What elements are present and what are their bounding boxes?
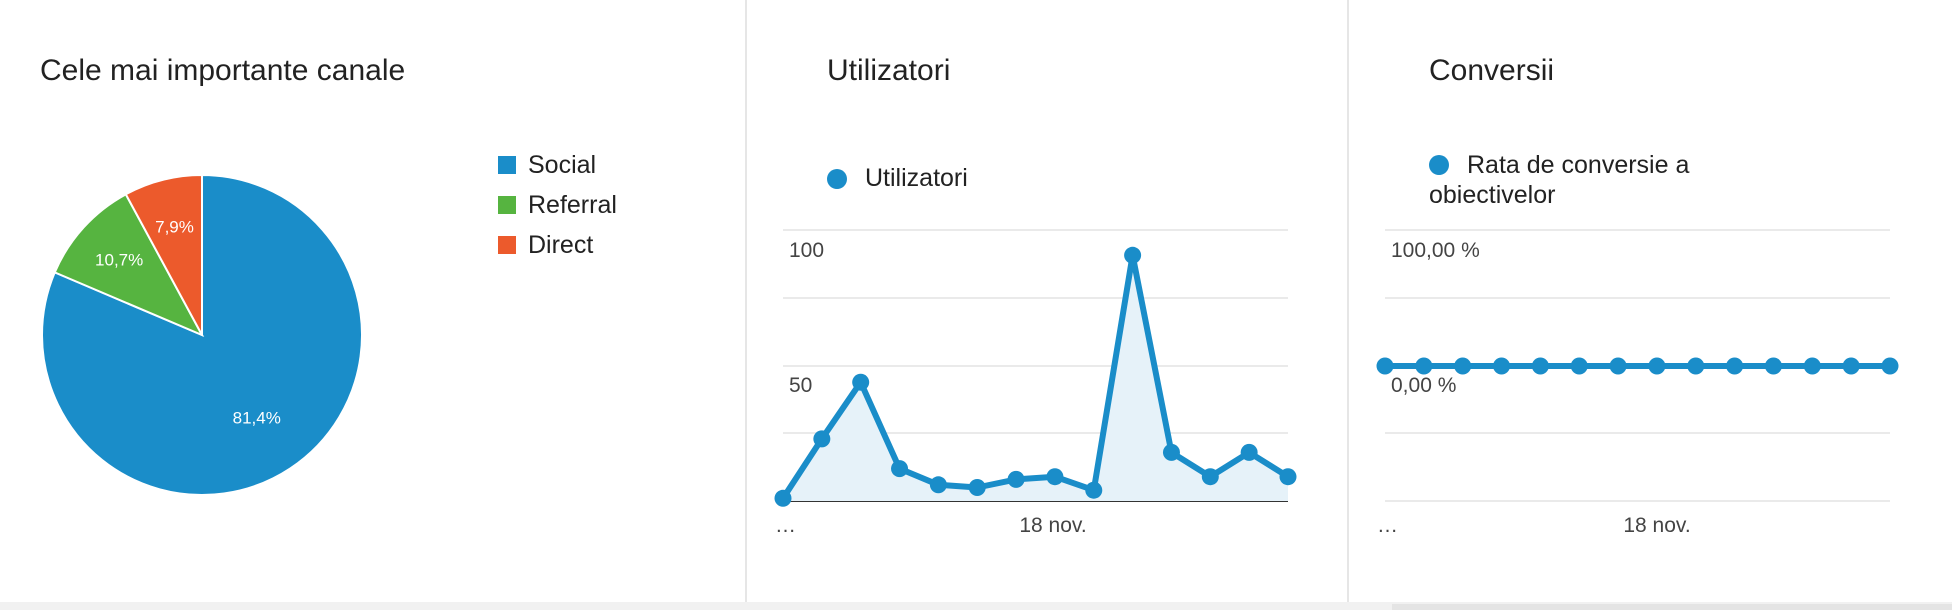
data-point: [1162, 443, 1180, 461]
x-tick-label: …: [1377, 514, 1398, 537]
referral-swatch: [498, 196, 516, 214]
x-tick-label: …: [775, 514, 796, 537]
data-point: [774, 489, 792, 507]
legend-label-social: Social: [528, 150, 597, 179]
channels-title: Cele mai importante canale: [40, 54, 406, 87]
direct-swatch: [498, 236, 516, 254]
conversions-line-chart: 100,00 % 0,00 % … 18 nov.: [1376, 229, 1899, 537]
y-tick-label: 100,00 %: [1391, 239, 1480, 262]
conversions-legend-dot: [1429, 155, 1449, 175]
data-point: [1493, 357, 1511, 375]
data-point: [968, 479, 986, 496]
data-point: [1687, 357, 1705, 375]
data-point: [1764, 357, 1782, 375]
data-point: [1240, 443, 1258, 461]
legend-label-referral: Referral: [528, 190, 617, 219]
data-point: [1085, 481, 1103, 499]
data-point: [891, 460, 909, 478]
data-point: [1648, 357, 1666, 375]
channels-legend: Social Referral Direct: [498, 145, 617, 265]
data-point: [1454, 357, 1472, 375]
pie-label-referral: 10,7%: [95, 251, 143, 270]
x-tick-label: 18 nov.: [1623, 514, 1690, 537]
bottom-scrollbar[interactable]: [1392, 604, 1952, 610]
data-point: [1279, 468, 1297, 486]
data-point: [1881, 357, 1899, 375]
data-point: [813, 430, 831, 448]
legend-item-direct[interactable]: Direct: [498, 225, 617, 265]
users-legend[interactable]: Utilizatori: [827, 164, 968, 193]
data-point: [1201, 468, 1219, 486]
conversions-panel: Conversii Rata de conversie a obiectivel…: [1347, 0, 1952, 602]
data-point: [1376, 357, 1394, 375]
pie-label-social: 81,4%: [233, 409, 281, 428]
x-tick-label: 18 nov.: [1019, 514, 1086, 537]
conversions-legend-line1: Rata de conversie a: [1467, 151, 1690, 179]
data-point: [1415, 357, 1433, 375]
users-legend-dot: [827, 168, 847, 189]
data-point: [1046, 468, 1064, 486]
users-title: Utilizatori: [827, 54, 951, 87]
users-line-chart: 100 50 … 18 nov.: [774, 229, 1297, 537]
data-point: [1609, 357, 1627, 375]
channels-pie-chart: 81,4% 10,7% 7,9%: [41, 173, 363, 496]
y-tick-label: 100: [789, 239, 824, 262]
legend-label-direct: Direct: [528, 230, 594, 259]
pie-label-direct: 7,9%: [155, 217, 194, 236]
users-legend-label: Utilizatori: [865, 164, 968, 192]
data-point: [1726, 357, 1744, 375]
data-point: [1803, 357, 1821, 375]
social-swatch: [498, 156, 516, 174]
data-point: [1842, 357, 1860, 375]
data-point: [852, 373, 870, 391]
conversions-title: Conversii: [1429, 54, 1555, 87]
legend-item-referral[interactable]: Referral: [498, 185, 617, 225]
legend-item-social[interactable]: Social: [498, 145, 617, 185]
data-point: [929, 476, 947, 494]
y-tick-label: 50: [789, 374, 812, 397]
data-point: [1124, 246, 1142, 264]
data-point: [1531, 357, 1549, 375]
channels-panel: Cele mai importante canale 81,4% 10,7% 7,9…: [0, 0, 744, 602]
data-point: [1007, 470, 1025, 488]
y-tick-label: 0,00 %: [1391, 374, 1456, 397]
users-panel: Utilizatori Utilizatori 100 50 … 18 nov.: [745, 0, 1348, 602]
data-point: [1570, 357, 1588, 375]
